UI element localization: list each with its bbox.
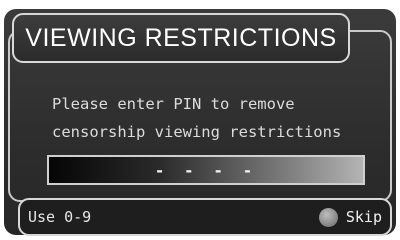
- dialog-title: VIEWING RESTRICTIONS: [25, 23, 337, 52]
- instruction-message: Please enter PIN to remove censorship vi…: [52, 90, 382, 146]
- grey-circle-button-icon: [318, 207, 338, 227]
- skip-button[interactable]: Skip: [318, 205, 382, 229]
- pin-input[interactable]: - - - -: [47, 155, 365, 185]
- footer-bar: Use 0-9 Skip: [18, 198, 392, 236]
- message-line-1: Please enter PIN to remove: [52, 95, 295, 113]
- pin-placeholder-dashes: - - - -: [154, 160, 258, 180]
- input-hint: Use 0-9: [28, 208, 92, 226]
- skip-label: Skip: [345, 208, 382, 226]
- message-line-2: censorship viewing restrictions: [52, 123, 342, 141]
- title-tab: VIEWING RESTRICTIONS: [12, 13, 350, 63]
